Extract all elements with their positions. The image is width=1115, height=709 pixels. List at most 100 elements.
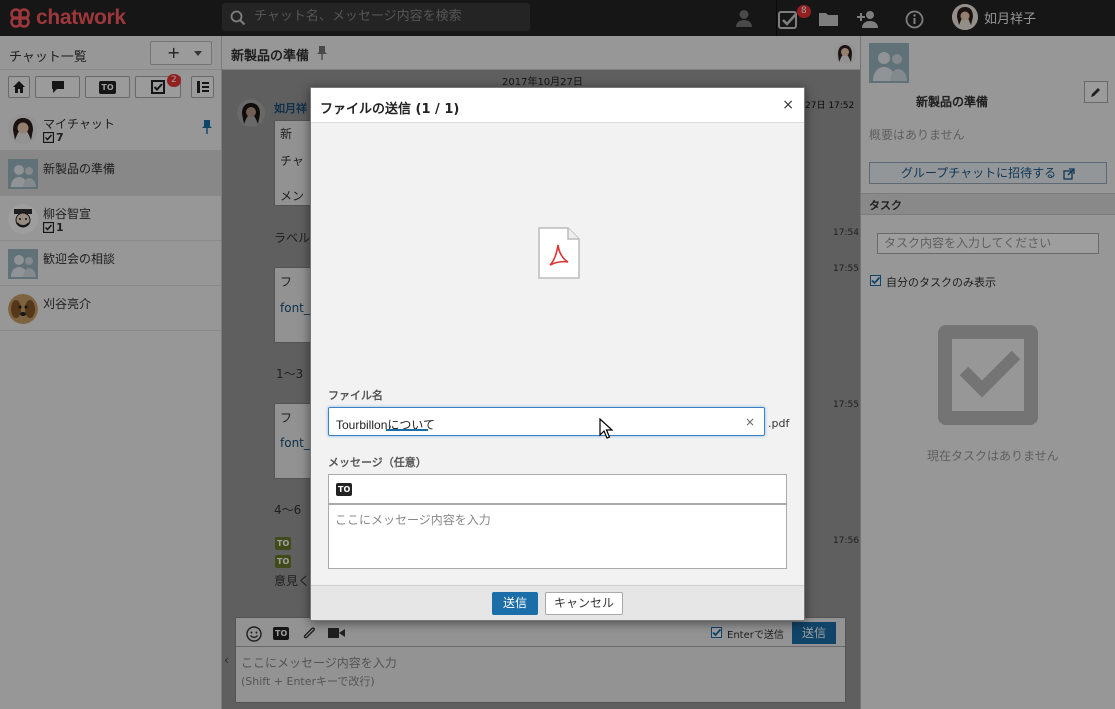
to-icon: TO	[99, 80, 116, 94]
clear-icon[interactable]: ×	[745, 415, 755, 429]
message-composer: TO Enterで送信 送信 ここにメッセージ内容を入力 (Shift + En…	[235, 617, 846, 703]
pin-icon[interactable]	[317, 46, 327, 60]
message-textarea[interactable]: ここにメッセージ内容を入力	[328, 504, 787, 569]
enter-send-checkbox[interactable]	[711, 627, 722, 638]
room-item-new-product[interactable]: 新製品の準備	[0, 151, 221, 196]
file-quote-box: フ font_	[274, 267, 314, 343]
close-button[interactable]: ×	[782, 97, 794, 113]
chatwork-logo[interactable]: chatwork	[8, 6, 126, 30]
search-input[interactable]: チャット名、メッセージ内容を検索	[222, 3, 530, 31]
chat-header: 新製品の準備	[222, 36, 860, 70]
message-text: 意見く	[274, 574, 311, 588]
composer-hint: (Shift + Enterキーで改行)	[241, 675, 375, 688]
own-tasks-checkbox[interactable]	[870, 275, 881, 286]
paperclip-icon[interactable]	[301, 625, 317, 642]
pencil-icon	[1091, 88, 1100, 97]
tree-list-icon	[196, 81, 209, 93]
filter-task-badge: 2	[167, 74, 181, 87]
contact-status-icon[interactable]	[734, 8, 754, 28]
quote-title: フ	[280, 275, 293, 289]
task-check-icon	[151, 80, 165, 94]
edit-room-button[interactable]	[1084, 81, 1108, 103]
member-avatar[interactable]	[834, 42, 856, 64]
folder-icon[interactable]	[818, 11, 839, 27]
room-item-yanagiya[interactable]: 柳谷智宣 1	[0, 196, 221, 241]
message-label: メッセージ（任意）	[328, 456, 427, 469]
chat-title: 新製品の準備	[231, 49, 310, 64]
file-link[interactable]: font_	[280, 301, 310, 315]
filter-home-button[interactable]	[8, 76, 30, 98]
room-avatar	[8, 114, 38, 144]
chat-filter-bar: TO 2	[8, 74, 214, 98]
composer-send-button[interactable]: 送信	[792, 622, 836, 644]
file-link[interactable]: font_	[280, 436, 310, 450]
info-icon[interactable]	[905, 10, 924, 29]
chatwork-logo-icon	[10, 8, 30, 28]
date-separator: 2017年10月27日	[502, 77, 583, 88]
room-task-count: 1	[43, 221, 64, 234]
to-chip: TO	[275, 555, 292, 568]
chat-list-sidebar: チャット一覧 + TO 2 マイチャット 7 新製品の準備 柳谷智宣 1 歓迎会…	[0, 36, 222, 709]
user-avatar	[952, 4, 978, 30]
room-name: 歓迎会の相談	[43, 252, 116, 266]
room-item-my-chat[interactable]: マイチャット 7	[0, 106, 221, 151]
filter-tree-button[interactable]	[191, 76, 214, 98]
quote-line: メン	[280, 189, 305, 203]
filename-input[interactable]: Tourbillonについて ×	[328, 407, 765, 436]
room-summary: 概要はありません	[869, 128, 965, 142]
room-name: 刈谷亮介	[43, 297, 92, 311]
message-time: 17:54	[833, 228, 859, 238]
add-contact-icon[interactable]	[857, 9, 879, 29]
sidebar-header: チャット一覧 +	[0, 36, 221, 70]
avatar-image	[834, 42, 856, 64]
file-quote-box: フ font_	[274, 403, 314, 479]
filter-unread-button[interactable]	[35, 76, 80, 98]
collapse-sidebar-icon[interactable]: ‹	[224, 653, 229, 667]
task-check-icon	[43, 222, 54, 233]
group-avatar-icon	[869, 43, 909, 83]
user-menu[interactable]: 如月祥子	[952, 4, 1036, 30]
task-count: 7	[56, 131, 64, 144]
composer-placeholder[interactable]: ここにメッセージ内容を入力	[241, 654, 397, 671]
to-chip: TO	[275, 537, 292, 550]
group-avatar-icon	[8, 159, 38, 189]
cancel-button[interactable]: キャンセル	[545, 592, 623, 615]
message-text: 4〜6	[274, 503, 302, 517]
task-count: 1	[56, 221, 64, 234]
sender-avatar[interactable]	[237, 99, 265, 127]
ime-underline	[386, 429, 428, 431]
message-text: 1〜3	[276, 367, 304, 381]
room-item-welcome-party[interactable]: 歓迎会の相談	[0, 241, 221, 286]
filename-label: ファイル名	[328, 389, 383, 402]
task-input[interactable]: タスク内容を入力してください	[877, 233, 1099, 254]
home-icon	[13, 81, 25, 93]
search-icon	[230, 10, 246, 26]
empty-task-icon	[938, 325, 1038, 425]
external-link-icon	[1063, 167, 1075, 180]
filter-to-button[interactable]: TO	[85, 76, 130, 98]
to-selector[interactable]: TO	[328, 474, 787, 504]
room-name: 新製品の準備	[43, 162, 116, 176]
dialog-header: ファイルの送信 (1 / 1) ×	[311, 88, 804, 123]
room-avatar	[8, 204, 38, 234]
emoji-icon[interactable]	[246, 626, 262, 642]
mouse-cursor-icon	[599, 418, 613, 439]
avatar-image	[8, 204, 38, 234]
room-item-kariya[interactable]: 刈谷亮介	[0, 286, 221, 331]
pin-icon[interactable]	[202, 120, 212, 134]
sender-name[interactable]: 如月祥	[274, 100, 307, 116]
room-avatar	[8, 294, 38, 324]
invite-button[interactable]: グループチャットに招待する	[869, 162, 1107, 184]
send-button[interactable]: 送信	[492, 592, 538, 615]
video-call-icon[interactable]	[328, 627, 345, 639]
user-name: 如月祥子	[984, 11, 1037, 27]
speech-bubble-icon	[51, 81, 64, 93]
avatar-image	[8, 114, 38, 144]
new-chat-button[interactable]: +	[150, 41, 212, 65]
quote-title: 新	[280, 127, 293, 141]
avatar-image	[8, 294, 38, 324]
room-name: マイチャット	[43, 117, 115, 131]
to-icon[interactable]: TO	[273, 627, 290, 640]
task-check-icon	[43, 132, 54, 143]
to-icon[interactable]: TO	[336, 483, 353, 496]
